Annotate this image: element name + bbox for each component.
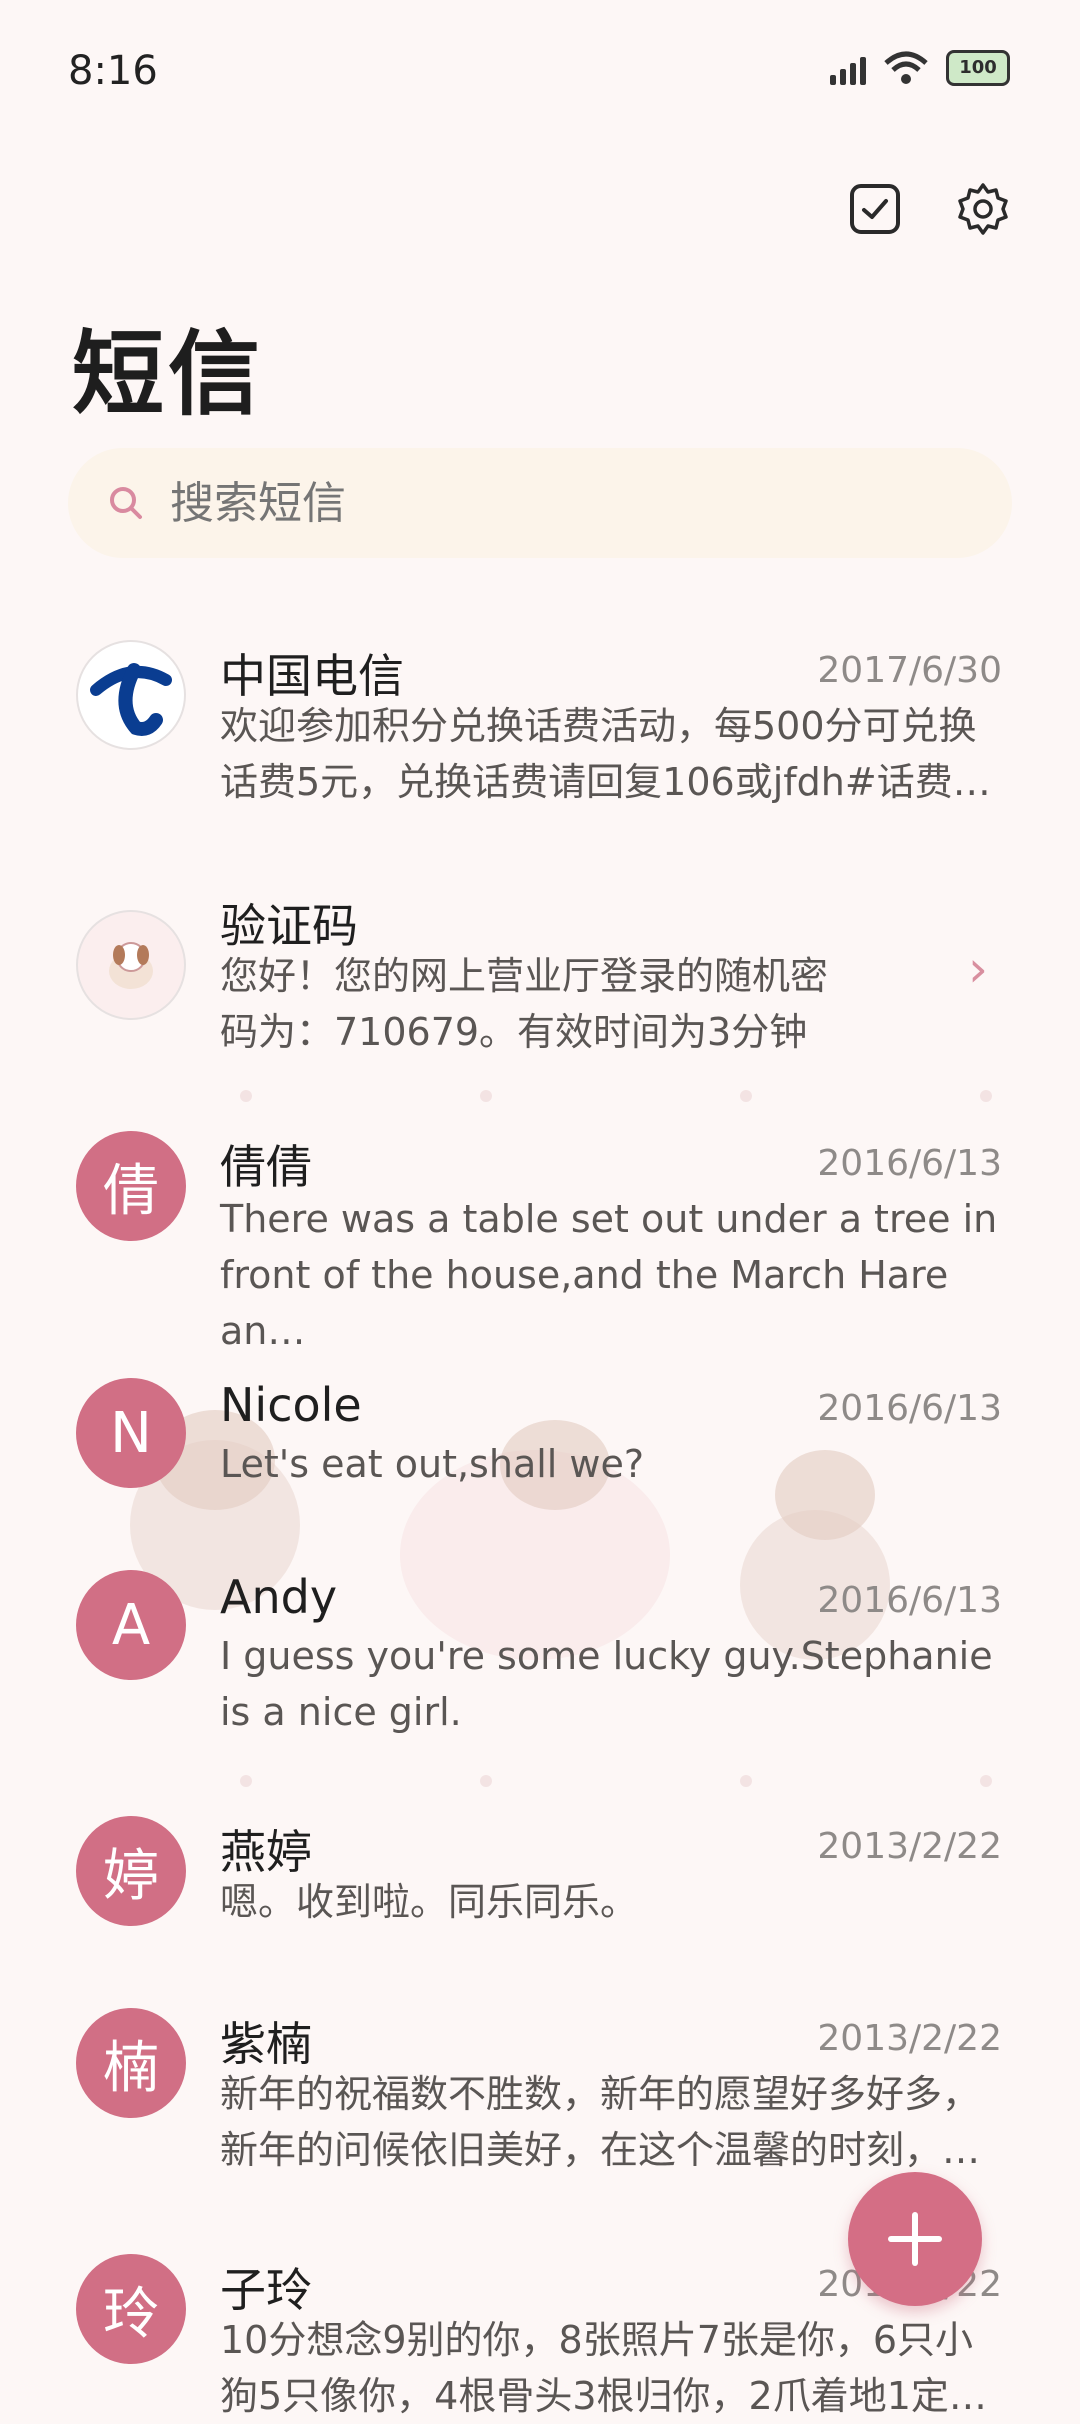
message-preview: Let's eat out,shall we?	[220, 1442, 645, 1486]
avatar	[76, 910, 186, 1020]
list-item[interactable]: N Nicole 2016/6/13 Let's eat out,shall w…	[0, 1372, 1080, 1502]
gear-icon[interactable]	[954, 180, 1012, 238]
status-bar: 8:16 100	[0, 0, 1080, 150]
message-date: 2016/6/13	[817, 1143, 1002, 1184]
list-item[interactable]: 婷 燕婷 2013/2/22 嗯。收到啦。同乐同乐。	[0, 1810, 1080, 1940]
battery-icon: 100	[946, 50, 1010, 86]
compose-button[interactable]	[848, 2172, 982, 2306]
search-bar[interactable]	[68, 448, 1012, 558]
telecom-logo-icon	[90, 663, 172, 736]
avatar: A	[76, 1570, 186, 1680]
message-preview: 新年的祝福数不胜数，新年的愿望好多好多，新年的问候依旧美好，在这个温馨的时刻，…	[220, 2072, 981, 2172]
list-item[interactable]: 中国电信 2017/6/30 欢迎参加积分兑换话费活动，每500分可兑换话费5元…	[0, 630, 1080, 820]
contact-name: Andy	[220, 1570, 338, 1624]
contact-name: Nicole	[220, 1378, 362, 1432]
message-date: 2017/6/30	[817, 650, 1002, 691]
message-preview: 10分想念9别的你，8张照片7张是你，6只小狗5只像你，4根骨头3根归你，2爪着…	[220, 2318, 987, 2418]
avatar: N	[76, 1378, 186, 1488]
message-date: 2013/2/22	[817, 1826, 1002, 1867]
list-item[interactable]: 楠 紫楠 2013/2/22 新年的祝福数不胜数，新年的愿望好多好多，新年的问候…	[0, 2002, 1080, 2192]
message-preview: There was a table set out under a tree i…	[220, 1197, 998, 1353]
top-actions	[846, 180, 1012, 238]
message-date: 2016/6/13	[817, 1580, 1002, 1621]
message-date: 2016/6/13	[817, 1388, 1002, 1429]
message-preview: 您好！您的网上营业厅登录的随机密码为：710679。有效时间为3分钟	[220, 954, 829, 1054]
message-preview: 嗯。收到啦。同乐同乐。	[220, 1880, 639, 1924]
message-preview: 欢迎参加积分兑换话费活动，每500分可兑换话费5元，兑换话费请回复106或jfd…	[220, 704, 991, 804]
message-date: 2013/2/22	[817, 2018, 1002, 2059]
contact-name: 验证码	[220, 899, 358, 953]
checkbox-icon[interactable]	[846, 180, 904, 238]
avatar: 楠	[76, 2008, 186, 2118]
list-item[interactable]: 倩 倩倩 2016/6/13 There was a table set out…	[0, 1125, 1080, 1353]
avatar: 倩	[76, 1131, 186, 1241]
signal-icon	[830, 51, 866, 85]
contact-name: 中国电信	[220, 649, 404, 703]
contact-name: 子玲	[220, 2263, 312, 2317]
wifi-icon	[884, 51, 928, 84]
page-title: 短信	[72, 321, 265, 428]
contact-name: 紫楠	[220, 2017, 312, 2071]
contact-name: 燕婷	[220, 1825, 312, 1879]
avatar	[76, 640, 186, 750]
list-item[interactable]: 验证码 您好！您的网上营业厅登录的随机密码为：710679。有效时间为3分钟 ›	[0, 880, 1080, 1070]
dog-image-icon	[109, 942, 153, 989]
plus-icon	[888, 2212, 942, 2266]
status-icons: 100	[830, 50, 1010, 86]
list-item[interactable]: A Andy 2016/6/13 I guess you're some luc…	[0, 1564, 1080, 1744]
status-time: 8:16	[68, 48, 158, 94]
avatar: 婷	[76, 1816, 186, 1926]
search-input[interactable]	[168, 476, 932, 530]
avatar: 玲	[76, 2254, 186, 2364]
contact-name: 倩倩	[220, 1140, 312, 1194]
chevron-right-icon[interactable]: ›	[968, 940, 988, 998]
search-icon	[104, 481, 148, 525]
message-preview: I guess you're some lucky guy.Stephanie …	[220, 1634, 993, 1734]
